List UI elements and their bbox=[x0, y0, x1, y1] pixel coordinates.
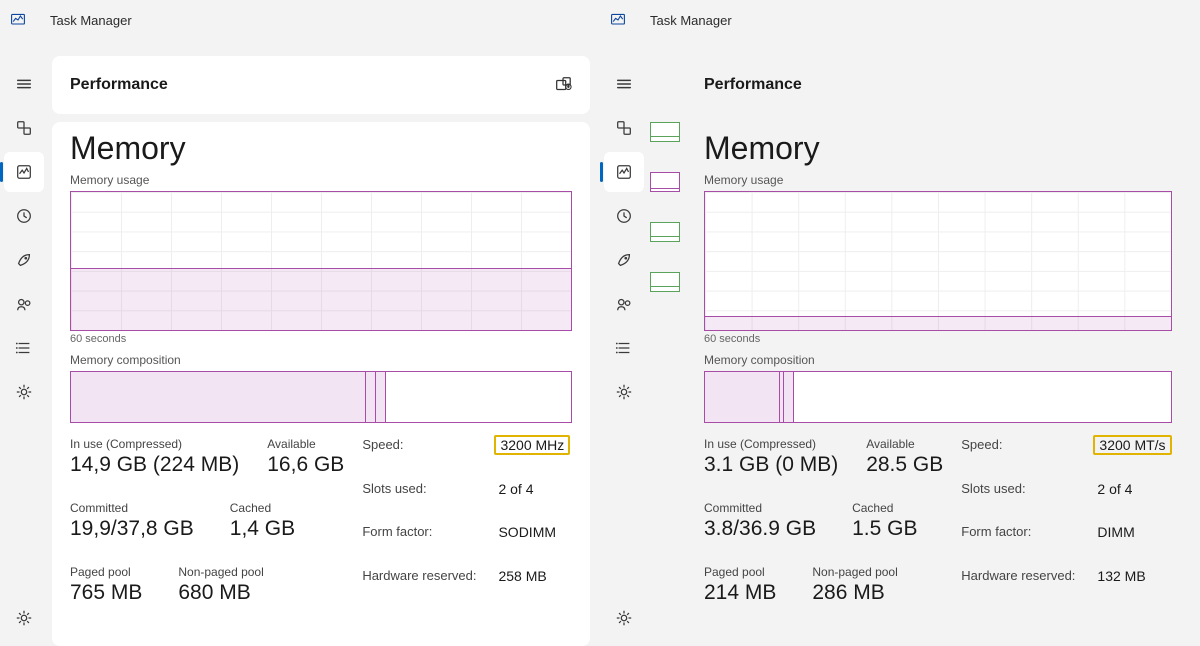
memory-composition-chart bbox=[704, 371, 1172, 423]
cpu-thumb[interactable] bbox=[650, 122, 680, 142]
taskmgr-icon bbox=[610, 12, 626, 28]
available-stat: Available 28.5 GB bbox=[866, 437, 943, 477]
network-thumb[interactable] bbox=[650, 272, 680, 292]
titlebar: Task Manager bbox=[600, 0, 1200, 40]
users-tab[interactable] bbox=[4, 284, 44, 324]
memory-panel: Memory Memory usage 60 seconds Memory co… bbox=[52, 122, 590, 646]
hw-details: Speed:3200 MHz Slots used:2 of 4 Form fa… bbox=[362, 437, 566, 605]
committed-stat: Committed3.8/36.9 GB bbox=[704, 501, 816, 541]
cached-stat: Cached1.5 GB bbox=[852, 501, 917, 541]
disk-thumb[interactable] bbox=[650, 222, 680, 242]
available-stat: Available 16,6 GB bbox=[267, 437, 344, 477]
performance-tab[interactable] bbox=[604, 152, 644, 192]
run-new-task-icon[interactable] bbox=[554, 76, 572, 94]
processes-tab[interactable] bbox=[604, 108, 644, 148]
composition-label: Memory composition bbox=[704, 353, 1172, 367]
sidebar bbox=[600, 40, 648, 646]
hw-details: Speed:3200 MT/s Slots used:2 of 4 Form f… bbox=[961, 437, 1167, 605]
services-tab[interactable] bbox=[4, 372, 44, 412]
chart-axis-label: 60 seconds bbox=[704, 333, 1172, 345]
memory-thumb[interactable] bbox=[650, 172, 680, 192]
processes-tab[interactable] bbox=[4, 108, 44, 148]
details-tab[interactable] bbox=[604, 328, 644, 368]
hamburger-button[interactable] bbox=[604, 64, 644, 104]
section-header: Performance bbox=[52, 56, 590, 114]
taskmgr-window-left: Task Manager Performance Memory Memory u… bbox=[0, 0, 600, 646]
nonpaged-pool-stat: Non-paged pool286 MB bbox=[812, 565, 897, 605]
taskmgr-icon bbox=[10, 12, 26, 28]
performance-tab[interactable] bbox=[4, 152, 44, 192]
resource-thumbnails[interactable] bbox=[650, 122, 680, 292]
sidebar bbox=[0, 40, 48, 646]
in-use-stat: In use (Compressed) 3.1 GB (0 MB) bbox=[704, 437, 838, 477]
cached-stat: Cached1,4 GB bbox=[230, 501, 295, 541]
speed-value: 3200 MHz bbox=[498, 437, 566, 475]
chart-axis-label: 60 seconds bbox=[70, 333, 572, 345]
startup-tab[interactable] bbox=[4, 240, 44, 280]
page-title: Memory bbox=[704, 130, 1172, 167]
usage-chart-label: Memory usage bbox=[70, 173, 572, 187]
usage-chart-label: Memory usage bbox=[704, 173, 1172, 187]
speed-value: 3200 MT/s bbox=[1097, 437, 1167, 475]
app-title: Task Manager bbox=[650, 13, 732, 28]
titlebar: Task Manager bbox=[0, 0, 600, 40]
section-title: Performance bbox=[704, 76, 802, 94]
taskmgr-window-right: Task Manager Performance Memory M bbox=[600, 0, 1200, 646]
users-tab[interactable] bbox=[604, 284, 644, 324]
hamburger-button[interactable] bbox=[4, 64, 44, 104]
services-tab[interactable] bbox=[604, 372, 644, 412]
memory-usage-chart bbox=[704, 191, 1172, 331]
section-title: Performance bbox=[70, 76, 168, 94]
startup-tab[interactable] bbox=[604, 240, 644, 280]
page-title: Memory bbox=[70, 130, 572, 167]
nonpaged-pool-stat: Non-paged pool680 MB bbox=[178, 565, 263, 605]
memory-panel: Memory Memory usage 60 seconds Memory co… bbox=[692, 122, 1190, 646]
composition-label: Memory composition bbox=[70, 353, 572, 367]
section-header: Performance bbox=[692, 56, 1190, 114]
memory-composition-chart bbox=[70, 371, 572, 423]
settings-button[interactable] bbox=[4, 598, 44, 638]
app-title: Task Manager bbox=[50, 13, 132, 28]
details-tab[interactable] bbox=[4, 328, 44, 368]
memory-usage-chart bbox=[70, 191, 572, 331]
settings-button[interactable] bbox=[604, 598, 644, 638]
in-use-stat: In use (Compressed) 14,9 GB (224 MB) bbox=[70, 437, 239, 477]
history-tab[interactable] bbox=[604, 196, 644, 236]
paged-pool-stat: Paged pool765 MB bbox=[70, 565, 142, 605]
committed-stat: Committed19,9/37,8 GB bbox=[70, 501, 194, 541]
paged-pool-stat: Paged pool214 MB bbox=[704, 565, 776, 605]
history-tab[interactable] bbox=[4, 196, 44, 236]
